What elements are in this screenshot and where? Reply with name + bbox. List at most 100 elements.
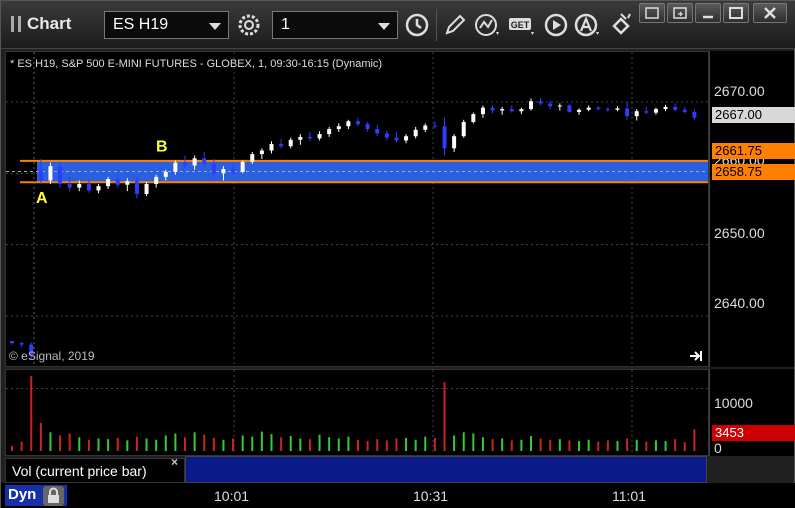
candle-body [567,105,572,112]
candle-body [442,126,447,149]
candle-body [615,108,620,110]
candle-body [10,341,14,344]
restore-button[interactable] [667,3,693,23]
candle-body [231,169,236,172]
volume-axis[interactable]: 10000 0 3453 [709,369,795,456]
candle-body [413,129,418,137]
volume-study-label[interactable]: Vol (current price bar) [5,458,185,483]
candle-body [586,107,591,110]
candle-body [211,163,216,174]
time-template-button[interactable] [402,11,432,39]
alerts-button[interactable] [573,11,603,39]
play-button[interactable] [541,11,571,39]
toolbar-separator [436,9,437,41]
time-axis[interactable] [1,483,795,508]
window-pin-icon [645,7,659,19]
candle-body [673,106,678,110]
candle-body [288,139,293,147]
scroll-to-end-icon[interactable] [688,349,704,363]
lock-icon[interactable] [43,486,64,506]
price-chart[interactable]: AB * ES H19, S&P 500 E-MINI FUTURES - GL… [5,51,709,367]
link-button[interactable] [606,11,636,39]
candle-body [336,126,341,130]
candle-body [653,109,658,113]
close-study-button[interactable]: × [171,455,178,469]
draw-tool-button[interactable] [440,11,470,39]
candle-body [500,109,505,111]
candle-body [298,136,303,140]
volume-label: 10000 [714,395,753,411]
link-arrows-icon [612,13,631,35]
annotation-b: B [156,138,168,155]
play-icon [544,13,568,37]
pencil-icon [445,14,466,35]
symbol-dropdown-icon[interactable] [209,23,221,30]
candle-body [509,109,514,112]
gear-icon [238,14,260,36]
candle-body [365,124,370,130]
candle-body [529,101,533,110]
candle-body [432,125,437,127]
candle-body [452,136,457,149]
maximize-button[interactable] [723,3,749,23]
candle-body [58,166,63,185]
volume-chart[interactable] [5,369,709,456]
volume-plot[interactable] [6,370,708,455]
symbol-input[interactable]: ES H19 [104,11,229,39]
candle-body [356,121,360,125]
candle-body [577,109,582,112]
candle-body [154,176,159,185]
last-volume-tag: 3453 [712,425,795,441]
candle-body [240,161,245,172]
candle-body [279,144,284,147]
close-button[interactable] [753,3,787,23]
copyright-text: © eSignal, 2019 [9,349,95,363]
alert-a-icon [574,13,599,37]
candle-body [471,114,476,122]
studies-button[interactable] [473,11,503,39]
candle-body [634,111,639,117]
candle-body [375,129,380,134]
close-icon [764,7,776,19]
chart-info-line: * ES H19, S&P 500 E-MINI FUTURES - GLOBE… [10,58,383,70]
pin-window-button[interactable] [639,3,665,23]
drag-grip-icon[interactable] [11,16,21,32]
symbol-settings-button[interactable] [234,11,264,39]
candle-body [461,121,466,137]
candle-body [644,111,649,113]
interval-input[interactable]: 1 [272,11,398,39]
candle-body [192,158,197,166]
candle-body [682,109,687,112]
candle-body [692,111,697,118]
volume-label: 0 [714,440,722,456]
app-title: Chart [11,14,71,34]
price-label: 2640.00 [714,295,765,311]
minimize-button[interactable] [695,3,721,23]
price-axis[interactable]: 2670.00 2660.00 2650.00 2640.00 2667.00 … [709,51,795,367]
price-plot[interactable]: AB [6,52,708,366]
title-bar: Chart ES H19 1 GET [1,1,795,49]
interval-dropdown-icon[interactable] [378,23,390,30]
zone-upper-tag: 2661.75 [712,143,795,159]
candle-body [307,136,312,139]
minimize-icon [703,15,713,19]
candle-body [423,125,428,130]
padlock-shape [48,487,59,503]
candle-body [394,137,399,141]
candle-body [346,121,351,127]
candle-body [19,343,24,345]
candle-body [259,150,264,155]
candle-body [538,101,543,104]
volume-study-bar [185,456,707,483]
candle-body [77,184,82,188]
candle-body [134,181,139,195]
candle-body [548,103,553,107]
candle-body [183,162,187,166]
price-label: 2670.00 [714,83,765,99]
candle-body [557,105,562,107]
get-data-button[interactable]: GET [507,11,537,39]
candle-body [384,133,389,138]
candle-body [269,144,274,151]
candle-body [317,134,322,139]
price-label: 2650.00 [714,225,765,241]
